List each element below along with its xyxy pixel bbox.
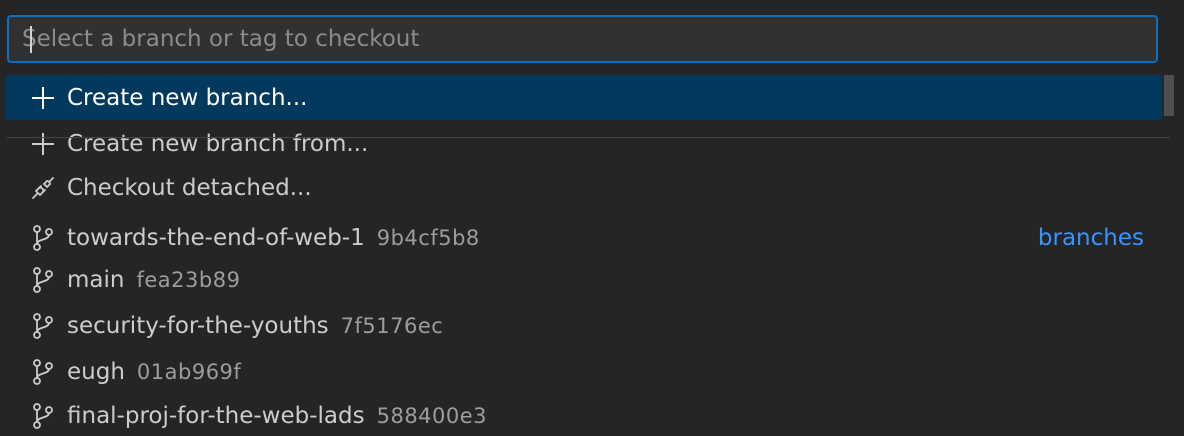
branch-item[interactable]: main fea23b89	[5, 257, 1162, 302]
git-branch-icon	[30, 312, 56, 340]
plus-icon	[30, 84, 56, 112]
commit-hash: 588400e3	[376, 403, 488, 428]
plus-icon	[30, 130, 56, 158]
branch-name: eugh	[67, 358, 125, 385]
commit-hash: fea23b89	[136, 267, 241, 292]
branch-name: towards-the-end-of-web-1	[67, 224, 365, 251]
checkout-detached-label: Checkout detached...	[67, 174, 312, 201]
git-branch-icon	[30, 402, 56, 430]
branch-item[interactable]: final-proj-for-the-web-lads 588400e3	[5, 393, 1162, 436]
branch-name: main	[67, 266, 125, 293]
branch-search-input[interactable]	[9, 17, 1156, 61]
git-branch-icon	[30, 224, 56, 252]
list-separator	[7, 137, 1170, 138]
quick-pick-list: Create new branch... Create new branch f…	[0, 75, 1184, 436]
group-label-branches: branches	[1037, 224, 1144, 251]
commit-hash: 01ab969f	[136, 359, 242, 384]
text-cursor	[30, 26, 32, 53]
git-branch-icon	[30, 266, 56, 294]
create-new-branch-from-label: Create new branch from...	[67, 130, 369, 157]
quick-pick-panel: Create new branch... Create new branch f…	[0, 0, 1184, 436]
branch-name: security-for-the-youths	[67, 312, 329, 339]
commit-hash: 9b4cf5b8	[376, 225, 480, 250]
branch-item[interactable]: security-for-the-youths 7f5176ec	[5, 303, 1162, 348]
checkout-detached-item[interactable]: Checkout detached...	[5, 165, 1162, 210]
git-branch-icon	[30, 358, 56, 386]
branch-item[interactable]: eugh 01ab969f	[5, 349, 1162, 394]
list-scrollbar[interactable]	[1164, 75, 1174, 116]
debug-disconnect-icon	[30, 174, 56, 202]
branch-item[interactable]: towards-the-end-of-web-1 9b4cf5b8 branch…	[5, 215, 1162, 260]
branch-name: final-proj-for-the-web-lads	[67, 402, 365, 429]
quick-pick-input-box[interactable]	[7, 15, 1158, 63]
create-new-branch-from-item[interactable]: Create new branch from...	[5, 121, 1162, 166]
commit-hash: 7f5176ec	[340, 313, 444, 338]
create-new-branch-item[interactable]: Create new branch...	[5, 75, 1162, 120]
create-new-branch-label: Create new branch...	[67, 84, 308, 111]
